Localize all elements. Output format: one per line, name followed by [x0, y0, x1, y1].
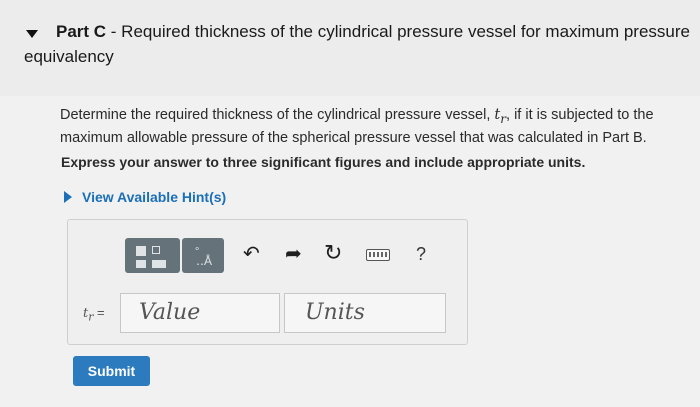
- caret-right-icon: [64, 191, 72, 203]
- submit-button[interactable]: Submit: [73, 356, 150, 386]
- part-body: Determine the required thickness of the …: [0, 96, 700, 407]
- view-hints-link[interactable]: View Available Hint(s): [64, 189, 226, 205]
- part-title-rest: - Required thickness of the cylindrical …: [106, 22, 690, 41]
- help-icon[interactable]: ?: [416, 244, 426, 264]
- part-label: Part C: [56, 22, 107, 41]
- keyboard-icon[interactable]: [366, 249, 390, 261]
- symbols-button[interactable]: ∘ ‥Å: [182, 238, 224, 273]
- part-header[interactable]: Part C - Required thickness of the cylin…: [0, 0, 700, 96]
- templates-button[interactable]: [125, 238, 180, 273]
- part-title-line2: equivalency: [24, 47, 114, 66]
- templates-icon: [136, 246, 146, 256]
- question-instruction: Express your answer to three significant…: [61, 154, 586, 170]
- undo-icon[interactable]: ↶: [243, 244, 260, 264]
- units-input[interactable]: Units: [284, 293, 446, 333]
- answer-var-label: tr =: [83, 305, 105, 324]
- redo-icon[interactable]: ➦: [285, 244, 302, 264]
- question-text: Determine the required thickness of the …: [60, 106, 690, 148]
- part-title: Part C - Required thickness of the cylin…: [56, 22, 690, 42]
- question-text-before: Determine the required thickness of the …: [60, 107, 495, 123]
- view-hints-label: View Available Hint(s): [82, 189, 227, 205]
- answer-box: ∘ ‥Å ↶ ➦ ↻ ? tr = Value Units: [67, 219, 468, 345]
- value-input[interactable]: Value: [120, 293, 280, 333]
- question-var: tr: [494, 107, 507, 126]
- caret-down-icon[interactable]: [26, 30, 38, 38]
- reset-icon[interactable]: ↻: [324, 242, 342, 264]
